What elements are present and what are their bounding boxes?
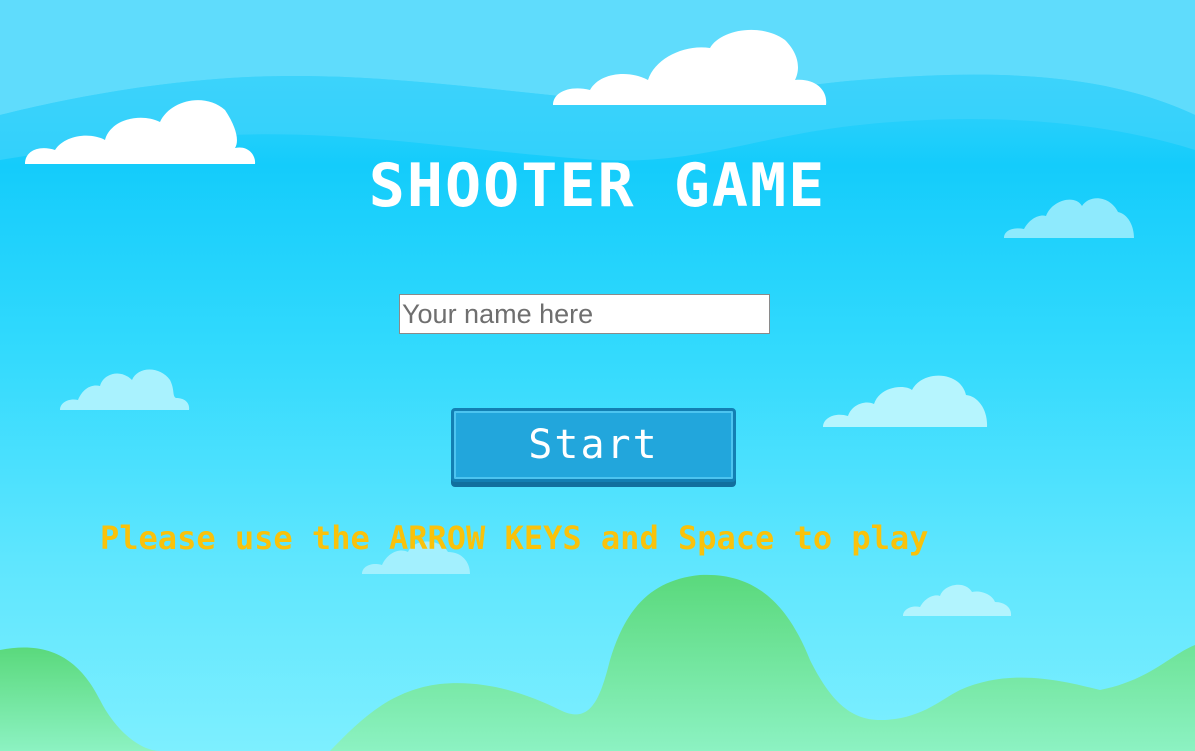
instructions-text: Please use the ARROW KEYS and Space to p… bbox=[100, 519, 929, 557]
hills bbox=[330, 574, 1195, 751]
start-button[interactable]: Start bbox=[451, 408, 736, 482]
cloud-icon bbox=[903, 584, 1012, 616]
cloud-icon bbox=[60, 369, 190, 410]
cloud-icon bbox=[823, 375, 988, 427]
sky-background bbox=[0, 0, 1195, 751]
game-title: SHOOTER GAME bbox=[368, 151, 827, 221]
hills bbox=[0, 647, 160, 751]
player-name-input[interactable] bbox=[399, 294, 770, 334]
game-screen: SHOOTER GAME Start Please use the ARROW … bbox=[0, 0, 1195, 751]
